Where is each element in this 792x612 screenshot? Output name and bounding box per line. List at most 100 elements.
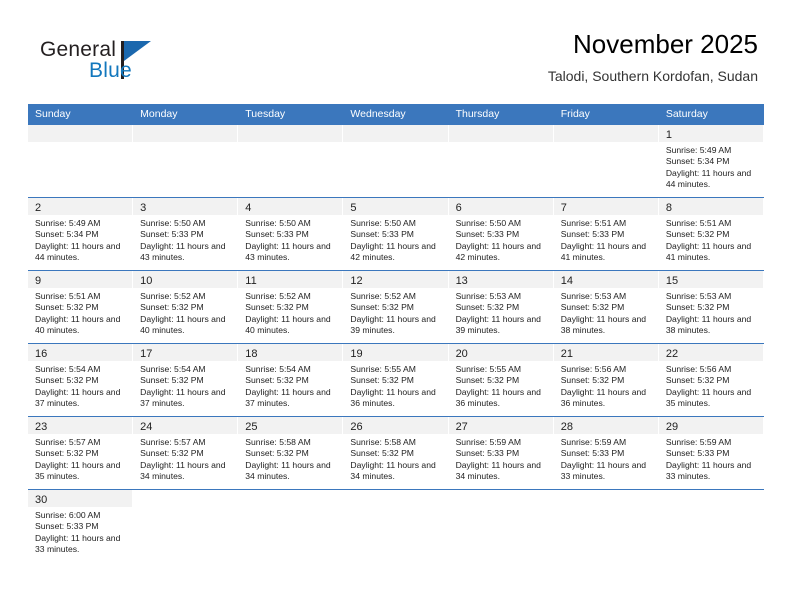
day-cell[interactable]: 14 Sunrise: 5:53 AM Sunset: 5:32 PM Dayligh…	[553, 271, 659, 343]
day-cell-empty	[448, 490, 554, 562]
day-cell[interactable]: 20 Sunrise: 5:55 AM Sunset: 5:32 PM Dayligh…	[448, 344, 554, 416]
sunset-text: Sunset: 5:33 PM	[455, 229, 520, 240]
sunset-text: Sunset: 5:32 PM	[455, 302, 520, 313]
daylight-text: Daylight: 11 hours and 44 minutes.	[35, 240, 121, 263]
day-number-strip: 5	[343, 198, 449, 215]
general-blue-logo[interactable]: General Blue	[29, 34, 209, 92]
day-cell[interactable]: 27 Sunrise: 5:59 AM Sunset: 5:33 PM Dayligh…	[448, 417, 554, 489]
weekday-header-row: Sunday Monday Tuesday Wednesday Thursday Frid…	[28, 104, 764, 125]
day-number-strip: 20	[448, 344, 554, 361]
day-number-strip: 6	[448, 198, 554, 215]
day-number-strip	[553, 125, 659, 142]
day-cell[interactable]: 30 Sunrise: 6:00 AM Sunset: 5:33 PM Dayligh…	[28, 490, 134, 562]
sunrise-text: Sunrise: 5:55 AM	[350, 364, 416, 374]
sunset-text: Sunset: 5:33 PM	[140, 229, 204, 240]
day-cell[interactable]: 24 Sunrise: 5:57 AM Sunset: 5:32 PM Dayligh…	[133, 417, 239, 489]
day-cell[interactable]: 25 Sunrise: 5:58 AM Sunset: 5:32 PM Dayligh…	[238, 417, 344, 489]
day-cell[interactable]: 22 Sunrise: 5:56 AM Sunset: 5:32 PM Dayligh…	[658, 344, 764, 416]
day-cell[interactable]: 9 Sunrise: 5:51 AM Sunset: 5:32 PM Daylight…	[28, 271, 134, 343]
sunset-text: Sunset: 5:32 PM	[35, 302, 99, 313]
daylight-text: Daylight: 11 hours and 39 minutes.	[455, 313, 541, 336]
day-cell[interactable]: 16 Sunrise: 5:54 AM Sunset: 5:32 PM Dayligh…	[28, 344, 134, 416]
day-cell[interactable]: 11 Sunrise: 5:52 AM Sunset: 5:32 PM Dayligh…	[238, 271, 344, 343]
day-info: Sunrise: 5:50 AM Sunset: 5:33 PM Daylight:…	[449, 215, 554, 268]
sunset-text: Sunset: 5:32 PM	[560, 302, 625, 313]
day-number-strip	[238, 490, 344, 507]
day-cell-empty	[133, 490, 239, 562]
sunrise-text: Sunrise: 5:51 AM	[35, 291, 101, 301]
sunrise-text: Sunrise: 5:51 AM	[560, 218, 627, 228]
day-cell[interactable]: 8 Sunrise: 5:51 AM Sunset: 5:32 PM Daylight…	[658, 198, 764, 270]
day-number: 26	[350, 421, 363, 433]
day-info: Sunrise: 5:51 AM Sunset: 5:33 PM Daylight:…	[554, 215, 659, 268]
day-info: Sunrise: 5:58 AM Sunset: 5:32 PM Daylight:…	[238, 434, 343, 487]
day-number-strip: 29	[658, 417, 764, 434]
daylight-text: Daylight: 11 hours and 36 minutes.	[455, 386, 541, 409]
day-cell[interactable]: 10 Sunrise: 5:52 AM Sunset: 5:32 PM Dayligh…	[133, 271, 239, 343]
day-cell[interactable]: 23 Sunrise: 5:57 AM Sunset: 5:32 PM Dayligh…	[28, 417, 134, 489]
day-cell[interactable]: 15 Sunrise: 5:53 AM Sunset: 5:32 PM Dayligh…	[658, 271, 764, 343]
day-number-strip: 7	[553, 198, 659, 215]
day-number-strip: 13	[448, 271, 554, 288]
week-row: 9 Sunrise: 5:51 AM Sunset: 5:32 PM Daylight…	[28, 270, 764, 343]
day-cell[interactable]: 7 Sunrise: 5:51 AM Sunset: 5:33 PM Daylight…	[553, 198, 659, 270]
day-number: 6	[455, 202, 462, 214]
day-cell[interactable]: 4 Sunrise: 5:50 AM Sunset: 5:33 PM Daylight…	[238, 198, 344, 270]
day-cell[interactable]: 29 Sunrise: 5:59 AM Sunset: 5:33 PM Dayligh…	[658, 417, 764, 489]
weekday-header-saturday: Saturday	[665, 108, 708, 120]
day-number-strip: 10	[133, 271, 239, 288]
day-cell[interactable]: 18 Sunrise: 5:54 AM Sunset: 5:32 PM Dayligh…	[238, 344, 344, 416]
day-cell[interactable]: 1 Sunrise: 5:49 AM Sunset: 5:34 PM Daylight…	[658, 125, 764, 197]
sunrise-text: Sunrise: 5:51 AM	[665, 218, 732, 228]
sunset-text: Sunset: 5:32 PM	[35, 375, 99, 386]
day-number: 14	[560, 275, 573, 287]
daylight-text: Daylight: 11 hours and 37 minutes.	[35, 386, 121, 409]
day-cell[interactable]: 13 Sunrise: 5:53 AM Sunset: 5:32 PM Dayligh…	[448, 271, 554, 343]
day-number: 7	[560, 202, 567, 214]
sunset-text: Sunset: 5:33 PM	[455, 448, 520, 459]
sunrise-text: Sunrise: 6:00 AM	[35, 510, 101, 520]
day-number-strip: 23	[28, 417, 134, 434]
daylight-text: Daylight: 11 hours and 37 minutes.	[245, 386, 331, 409]
day-cell[interactable]: 19 Sunrise: 5:55 AM Sunset: 5:32 PM Dayligh…	[343, 344, 449, 416]
daylight-text: Daylight: 11 hours and 38 minutes.	[560, 313, 647, 336]
daylight-text: Daylight: 11 hours and 38 minutes.	[665, 313, 752, 336]
day-number-strip: 8	[658, 198, 764, 215]
day-number: 10	[140, 275, 153, 287]
day-info: Sunrise: 5:52 AM Sunset: 5:32 PM Daylight:…	[238, 288, 343, 341]
week-row: 23 Sunrise: 5:57 AM Sunset: 5:32 PM Dayligh…	[28, 416, 764, 489]
sunset-text: Sunset: 5:32 PM	[665, 302, 730, 313]
day-cell[interactable]: 2 Sunrise: 5:49 AM Sunset: 5:34 PM Daylight…	[28, 198, 134, 270]
sunrise-text: Sunrise: 5:54 AM	[140, 364, 206, 374]
sunrise-text: Sunrise: 5:53 AM	[665, 291, 732, 301]
day-cell[interactable]: 5 Sunrise: 5:50 AM Sunset: 5:33 PM Daylight…	[343, 198, 449, 270]
day-number-strip: 14	[553, 271, 659, 288]
day-number-strip: 3	[133, 198, 239, 215]
sunrise-text: Sunrise: 5:59 AM	[455, 437, 522, 447]
day-number-strip: 4	[238, 198, 344, 215]
day-info: Sunrise: 5:54 AM Sunset: 5:32 PM Daylight:…	[133, 361, 238, 414]
day-cell[interactable]: 3 Sunrise: 5:50 AM Sunset: 5:33 PM Daylight…	[133, 198, 239, 270]
day-number: 23	[35, 421, 48, 433]
day-info: Sunrise: 5:53 AM Sunset: 5:32 PM Daylight:…	[449, 288, 554, 341]
day-cell[interactable]: 6 Sunrise: 5:50 AM Sunset: 5:33 PM Daylight…	[448, 198, 554, 270]
day-number: 25	[245, 421, 258, 433]
daylight-text: Daylight: 11 hours and 36 minutes.	[350, 386, 436, 409]
day-info: Sunrise: 5:52 AM Sunset: 5:32 PM Daylight:…	[133, 288, 238, 341]
sunset-text: Sunset: 5:34 PM	[665, 156, 730, 167]
sunset-text: Sunset: 5:32 PM	[245, 302, 309, 313]
day-cell[interactable]: 12 Sunrise: 5:52 AM Sunset: 5:32 PM Dayligh…	[343, 271, 449, 343]
daylight-text: Daylight: 11 hours and 42 minutes.	[350, 240, 436, 263]
day-number: 13	[455, 275, 468, 287]
page-subtitle: Talodi, Southern Kordofan, Sudan	[547, 68, 758, 84]
day-cell[interactable]: 26 Sunrise: 5:58 AM Sunset: 5:32 PM Dayligh…	[343, 417, 449, 489]
calendar-weeks: 1 Sunrise: 5:49 AM Sunset: 5:34 PM Daylight…	[28, 125, 764, 562]
daylight-text: Daylight: 11 hours and 35 minutes.	[665, 386, 752, 409]
day-cell[interactable]: 17 Sunrise: 5:54 AM Sunset: 5:32 PM Dayligh…	[133, 344, 239, 416]
calendar-page: General Blue November 2025 Talodi, South…	[0, 0, 792, 612]
day-cell[interactable]: 28 Sunrise: 5:59 AM Sunset: 5:33 PM Dayligh…	[553, 417, 659, 489]
day-cell[interactable]: 21 Sunrise: 5:56 AM Sunset: 5:32 PM Dayligh…	[553, 344, 659, 416]
daylight-text: Daylight: 11 hours and 33 minutes.	[665, 459, 752, 482]
sunrise-text: Sunrise: 5:52 AM	[350, 291, 416, 301]
day-cell-empty	[343, 125, 449, 197]
